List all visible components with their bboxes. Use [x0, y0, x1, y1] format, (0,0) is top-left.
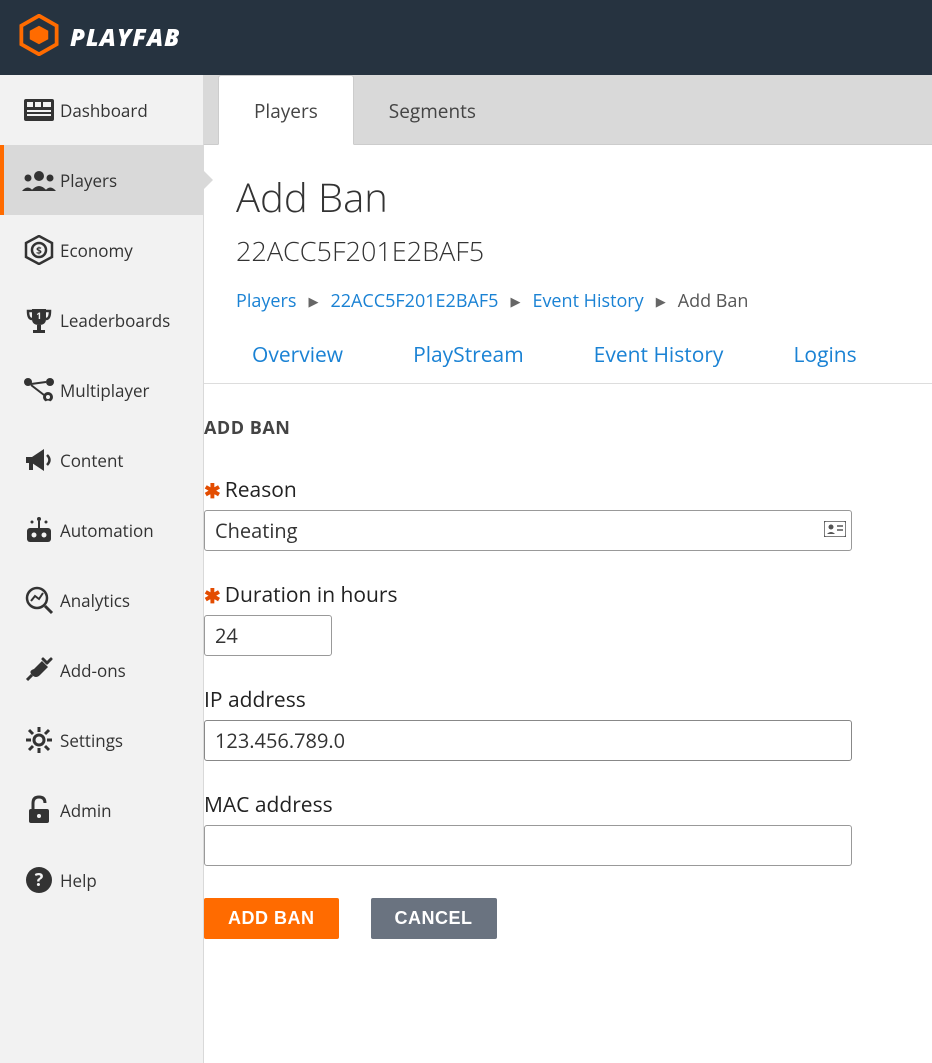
sub-tabs: Overview PlayStream Event History Logins	[236, 341, 900, 383]
breadcrumb-current: Add Ban	[678, 289, 749, 313]
tab-segments[interactable]: Segments	[354, 76, 511, 144]
brand-name: PLAYFAB	[70, 21, 180, 54]
sidebar-item-label: Add-ons	[60, 659, 126, 682]
sidebar-item-addons[interactable]: Add-ons	[0, 635, 203, 705]
sidebar: Dashboard Players $ Economy 1 Leaderboar…	[0, 75, 204, 1063]
brand-logo[interactable]: PLAYFAB	[18, 14, 180, 61]
multiplayer-icon	[18, 377, 60, 403]
sidebar-item-multiplayer[interactable]: Multiplayer	[0, 355, 203, 425]
subtab-playstream[interactable]: PlayStream	[413, 341, 524, 369]
sidebar-item-content[interactable]: Content	[0, 425, 203, 495]
sidebar-item-label: Dashboard	[60, 99, 148, 122]
sidebar-item-label: Players	[60, 169, 117, 192]
tab-players[interactable]: Players	[218, 75, 354, 145]
cancel-button[interactable]: CANCEL	[371, 898, 497, 939]
sidebar-item-label: Content	[60, 449, 123, 472]
sidebar-item-label: Automation	[60, 519, 154, 542]
economy-icon: $	[18, 235, 60, 265]
add-ban-button[interactable]: ADD BAN	[204, 898, 339, 939]
subtab-logins[interactable]: Logins	[793, 341, 856, 369]
sidebar-item-leaderboards[interactable]: 1 Leaderboards	[0, 285, 203, 355]
sidebar-item-economy[interactable]: $ Economy	[0, 215, 203, 285]
breadcrumb: Players ▶ 22ACC5F201E2BAF5 ▶ Event Histo…	[236, 289, 900, 313]
top-tabs: Players Segments	[204, 75, 932, 145]
reason-input[interactable]	[204, 510, 852, 551]
svg-text:$: $	[36, 243, 42, 257]
required-icon: ✱	[204, 477, 221, 504]
app-header: PLAYFAB	[0, 0, 932, 75]
duration-input[interactable]	[204, 615, 332, 656]
unlock-icon	[18, 795, 60, 825]
sidebar-item-automation[interactable]: Automation	[0, 495, 203, 565]
sidebar-item-label: Admin	[60, 799, 112, 822]
contact-card-icon[interactable]	[824, 520, 846, 542]
help-icon: ?	[18, 866, 60, 894]
sidebar-item-label: Multiplayer	[60, 379, 150, 402]
sidebar-item-players[interactable]: Players	[0, 145, 203, 215]
breadcrumb-event-history[interactable]: Event History	[532, 289, 643, 313]
sidebar-item-label: Leaderboards	[60, 309, 170, 332]
svg-text:1: 1	[36, 309, 41, 322]
page-title: Add Ban	[236, 169, 900, 224]
sidebar-item-label: Analytics	[60, 589, 130, 612]
subtab-event-history[interactable]: Event History	[594, 341, 724, 369]
trophy-icon: 1	[18, 305, 60, 335]
hex-logo-icon	[18, 14, 60, 61]
sidebar-item-label: Settings	[60, 729, 123, 752]
chevron-right-icon: ▶	[308, 292, 318, 310]
chevron-right-icon: ▶	[656, 292, 666, 310]
robot-icon	[18, 516, 60, 544]
gear-icon	[18, 725, 60, 755]
page-subtitle: 22ACC5F201E2BAF5	[236, 232, 900, 269]
sidebar-item-settings[interactable]: Settings	[0, 705, 203, 775]
ip-input[interactable]	[204, 720, 852, 761]
plug-icon	[18, 655, 60, 685]
sidebar-item-analytics[interactable]: Analytics	[0, 565, 203, 635]
form-heading: ADD BAN	[204, 416, 932, 440]
analytics-icon	[18, 585, 60, 615]
sidebar-item-admin[interactable]: Admin	[0, 775, 203, 845]
mac-label: MAC address	[204, 791, 932, 819]
main-content: Players Segments Add Ban 22ACC5F201E2BAF…	[204, 75, 932, 1063]
breadcrumb-players[interactable]: Players	[236, 289, 296, 313]
duration-label: ✱ Duration in hours	[204, 581, 932, 609]
ip-label: IP address	[204, 686, 932, 714]
svg-text:?: ?	[35, 868, 44, 892]
required-icon: ✱	[204, 582, 221, 609]
mac-input[interactable]	[204, 825, 852, 866]
players-icon	[18, 169, 60, 191]
sidebar-item-label: Economy	[60, 239, 133, 262]
reason-label: ✱ Reason	[204, 476, 932, 504]
sidebar-item-help[interactable]: ? Help	[0, 845, 203, 915]
sidebar-item-dashboard[interactable]: Dashboard	[0, 75, 203, 145]
sidebar-item-label: Help	[60, 869, 97, 892]
breadcrumb-player-id[interactable]: 22ACC5F201E2BAF5	[330, 289, 498, 313]
chevron-right-icon: ▶	[510, 292, 520, 310]
subtab-overview[interactable]: Overview	[252, 341, 343, 369]
megaphone-icon	[18, 447, 60, 473]
dashboard-icon	[18, 99, 60, 121]
